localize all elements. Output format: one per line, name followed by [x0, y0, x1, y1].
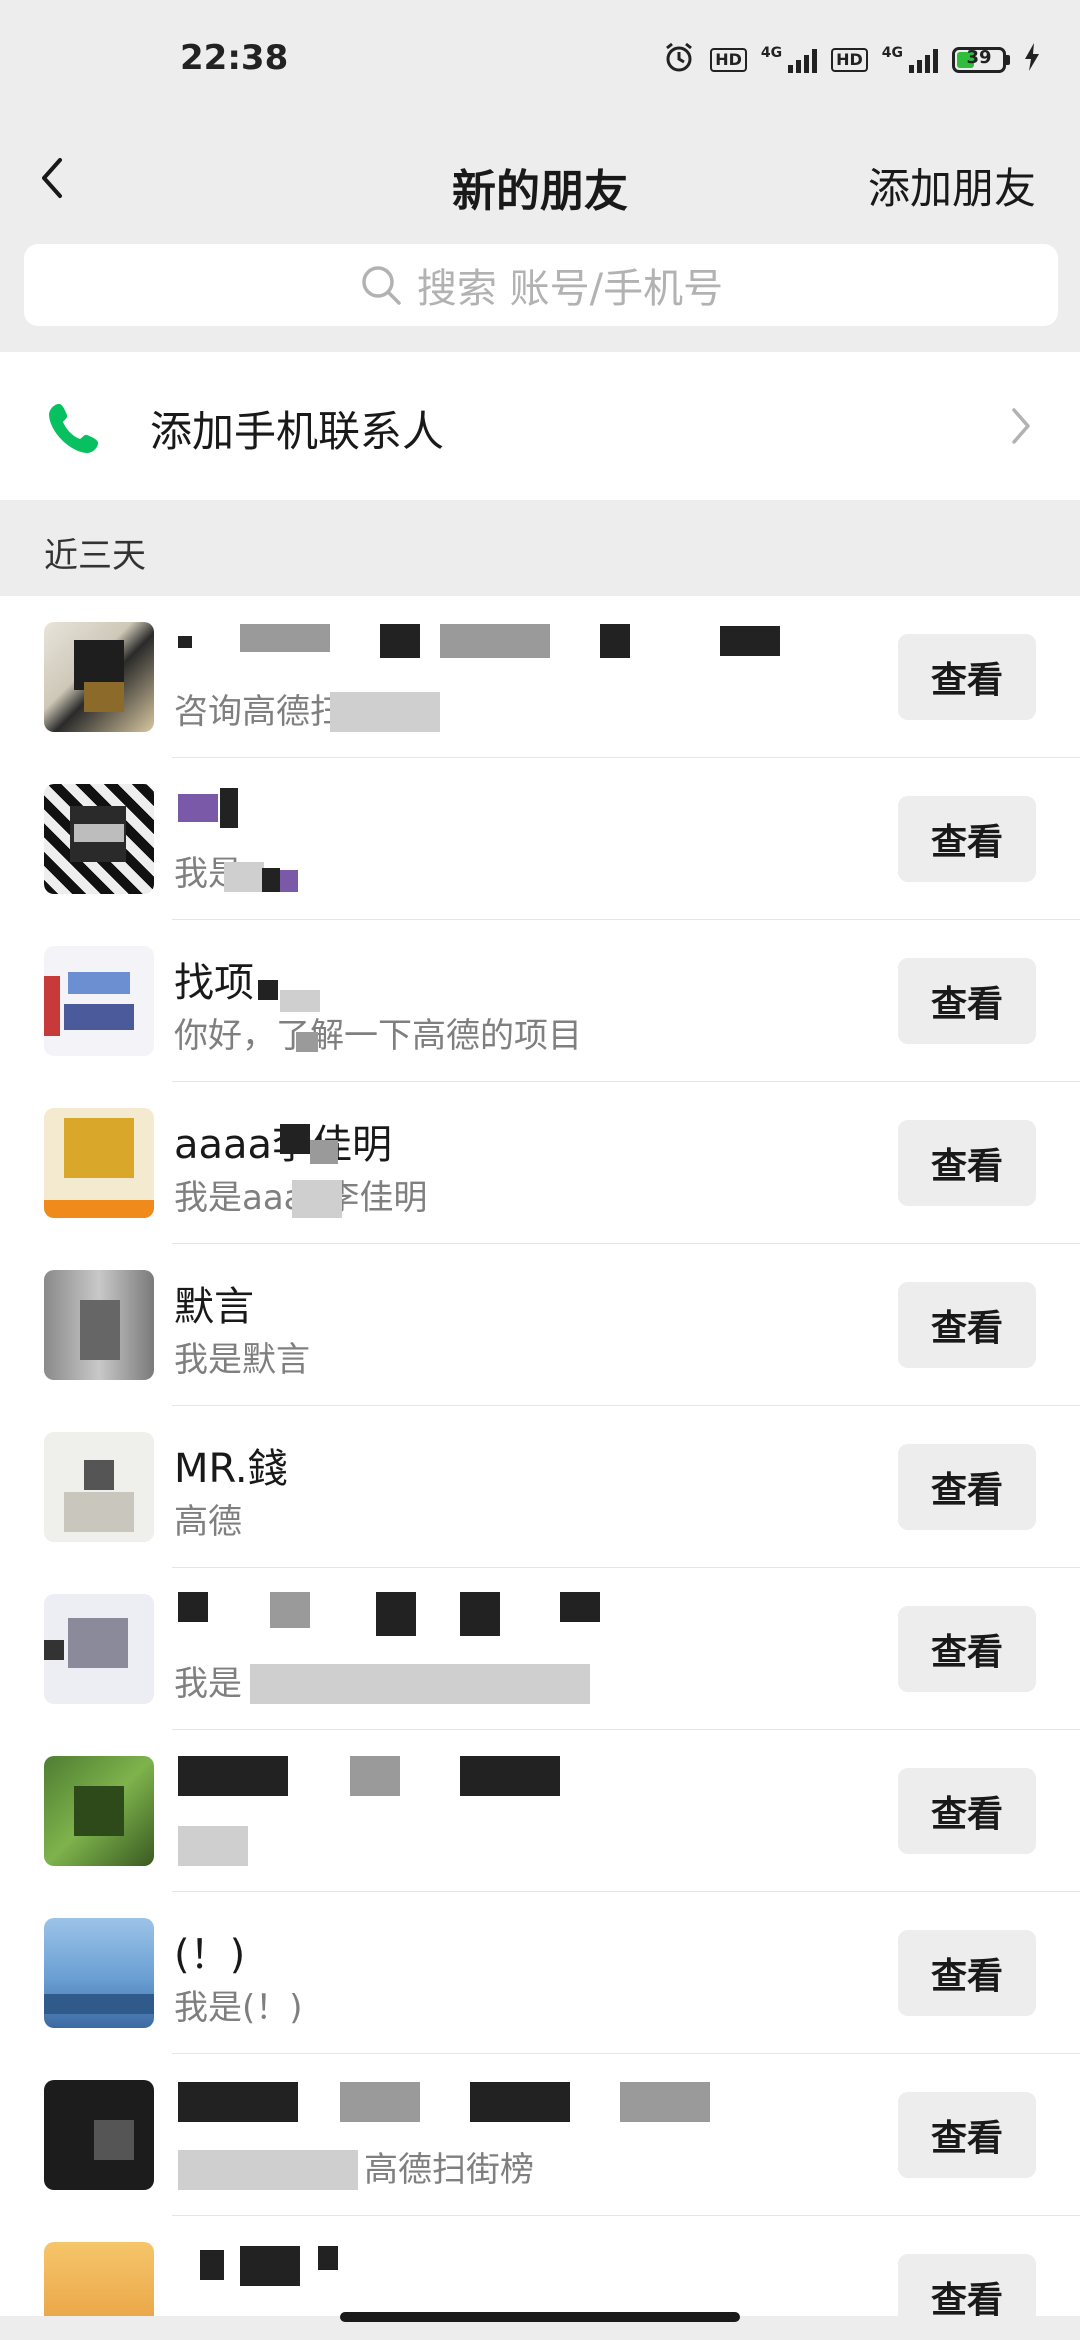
view-button[interactable]: 查看 [898, 1930, 1036, 2016]
friend-request-row[interactable]: 高德扫街榜 查看 [0, 2054, 1080, 2216]
view-button[interactable]: 查看 [898, 1282, 1036, 1368]
friend-request-row[interactable]: 查看 [0, 2216, 1080, 2316]
friend-request-row[interactable]: 默言 我是默言 查看 [0, 1244, 1080, 1406]
view-button[interactable]: 查看 [898, 1768, 1036, 1854]
request-message: 我是(！) [174, 1988, 303, 2028]
avatar [44, 946, 154, 1056]
view-button[interactable]: 查看 [898, 634, 1036, 720]
avatar [44, 1108, 154, 1218]
view-button[interactable]: 查看 [898, 1444, 1036, 1530]
friend-request-list: 咨询高德扫 查看 我是 查看 找项 你好，了解一下高德的项目 查看 查看 默言 … [0, 596, 1080, 2316]
request-message: 高德 [174, 1502, 242, 1542]
friend-request-row[interactable]: MR.錢 高德 查看 [0, 1406, 1080, 1568]
friend-request-row[interactable]: 我是 查看 [0, 758, 1080, 920]
request-message: 咨询高德扫 [174, 692, 344, 732]
avatar [44, 784, 154, 894]
view-button[interactable]: 查看 [898, 958, 1036, 1044]
request-name: 找项 [174, 960, 254, 1006]
friend-request-row[interactable]: aaaa李佳明 我是aaaa李佳明 查看 [0, 1082, 1080, 1244]
friend-request-row[interactable]: 找项 你好，了解一下高德的项目 查看 [0, 920, 1080, 1082]
avatar [44, 622, 154, 732]
search-icon [362, 266, 401, 305]
request-message: 你好，了解一下高德的项目 [174, 1016, 582, 1056]
section-label-recent: 近三天 [44, 536, 146, 576]
section-header: 近三天 [0, 500, 1080, 596]
status-icons: HD 4G HD 4G 39 [662, 40, 1040, 79]
request-message: 我是 [174, 1664, 242, 1704]
request-name: (！) [174, 1932, 246, 1978]
avatar [44, 1432, 154, 1542]
signal-icon-2 [909, 47, 938, 73]
view-button[interactable]: 查看 [898, 1120, 1036, 1206]
alarm-icon [662, 40, 696, 79]
friend-request-row[interactable]: 咨询高德扫 查看 [0, 596, 1080, 758]
view-button[interactable]: 查看 [898, 1606, 1036, 1692]
hd-badge: HD [710, 47, 747, 72]
view-button[interactable]: 查看 [898, 2092, 1036, 2178]
avatar [44, 1756, 154, 1866]
charging-icon [1024, 43, 1040, 76]
home-indicator[interactable] [340, 2312, 740, 2322]
network-type-label: 4G [760, 44, 783, 61]
view-button[interactable]: 查看 [898, 796, 1036, 882]
search-input[interactable]: 搜索 账号/手机号 [24, 244, 1058, 326]
status-time: 22:38 [180, 38, 289, 78]
request-message: 我是默言 [174, 1340, 310, 1380]
battery-icon: 39 [952, 46, 1010, 73]
request-name: MR.錢 [174, 1446, 288, 1492]
avatar [44, 2080, 154, 2190]
network-type-label-2: 4G [881, 44, 903, 61]
search-placeholder: 搜索 账号/手机号 [416, 266, 724, 312]
view-button[interactable]: 查看 [898, 2254, 1036, 2316]
phone-icon [44, 398, 104, 462]
request-message: 高德扫街榜 [364, 2150, 534, 2190]
avatar [44, 2242, 154, 2316]
status-bar: 22:38 HD 4G HD 4G 39 [0, 0, 1080, 120]
request-name: 默言 [174, 1284, 254, 1330]
avatar [44, 1594, 154, 1704]
add-phone-contacts-row[interactable]: 添加手机联系人 [0, 352, 1080, 500]
avatar [44, 1918, 154, 2028]
friend-request-row[interactable]: (！) 我是(！) 查看 [0, 1892, 1080, 2054]
signal-icon [788, 47, 818, 73]
battery-percent: 39 [966, 46, 992, 68]
add-phone-contacts-label: 添加手机联系人 [150, 407, 445, 456]
nav-bar: 新的朋友 添加朋友 [0, 120, 1080, 240]
friend-request-row[interactable]: 查看 [0, 1730, 1080, 1892]
chevron-right-icon [1006, 404, 1036, 452]
add-friend-button[interactable]: 添加朋友 [868, 155, 1036, 216]
avatar [44, 1270, 154, 1380]
friend-request-row[interactable]: 我是 查看 [0, 1568, 1080, 1730]
hd-badge-2: HD [831, 47, 868, 72]
